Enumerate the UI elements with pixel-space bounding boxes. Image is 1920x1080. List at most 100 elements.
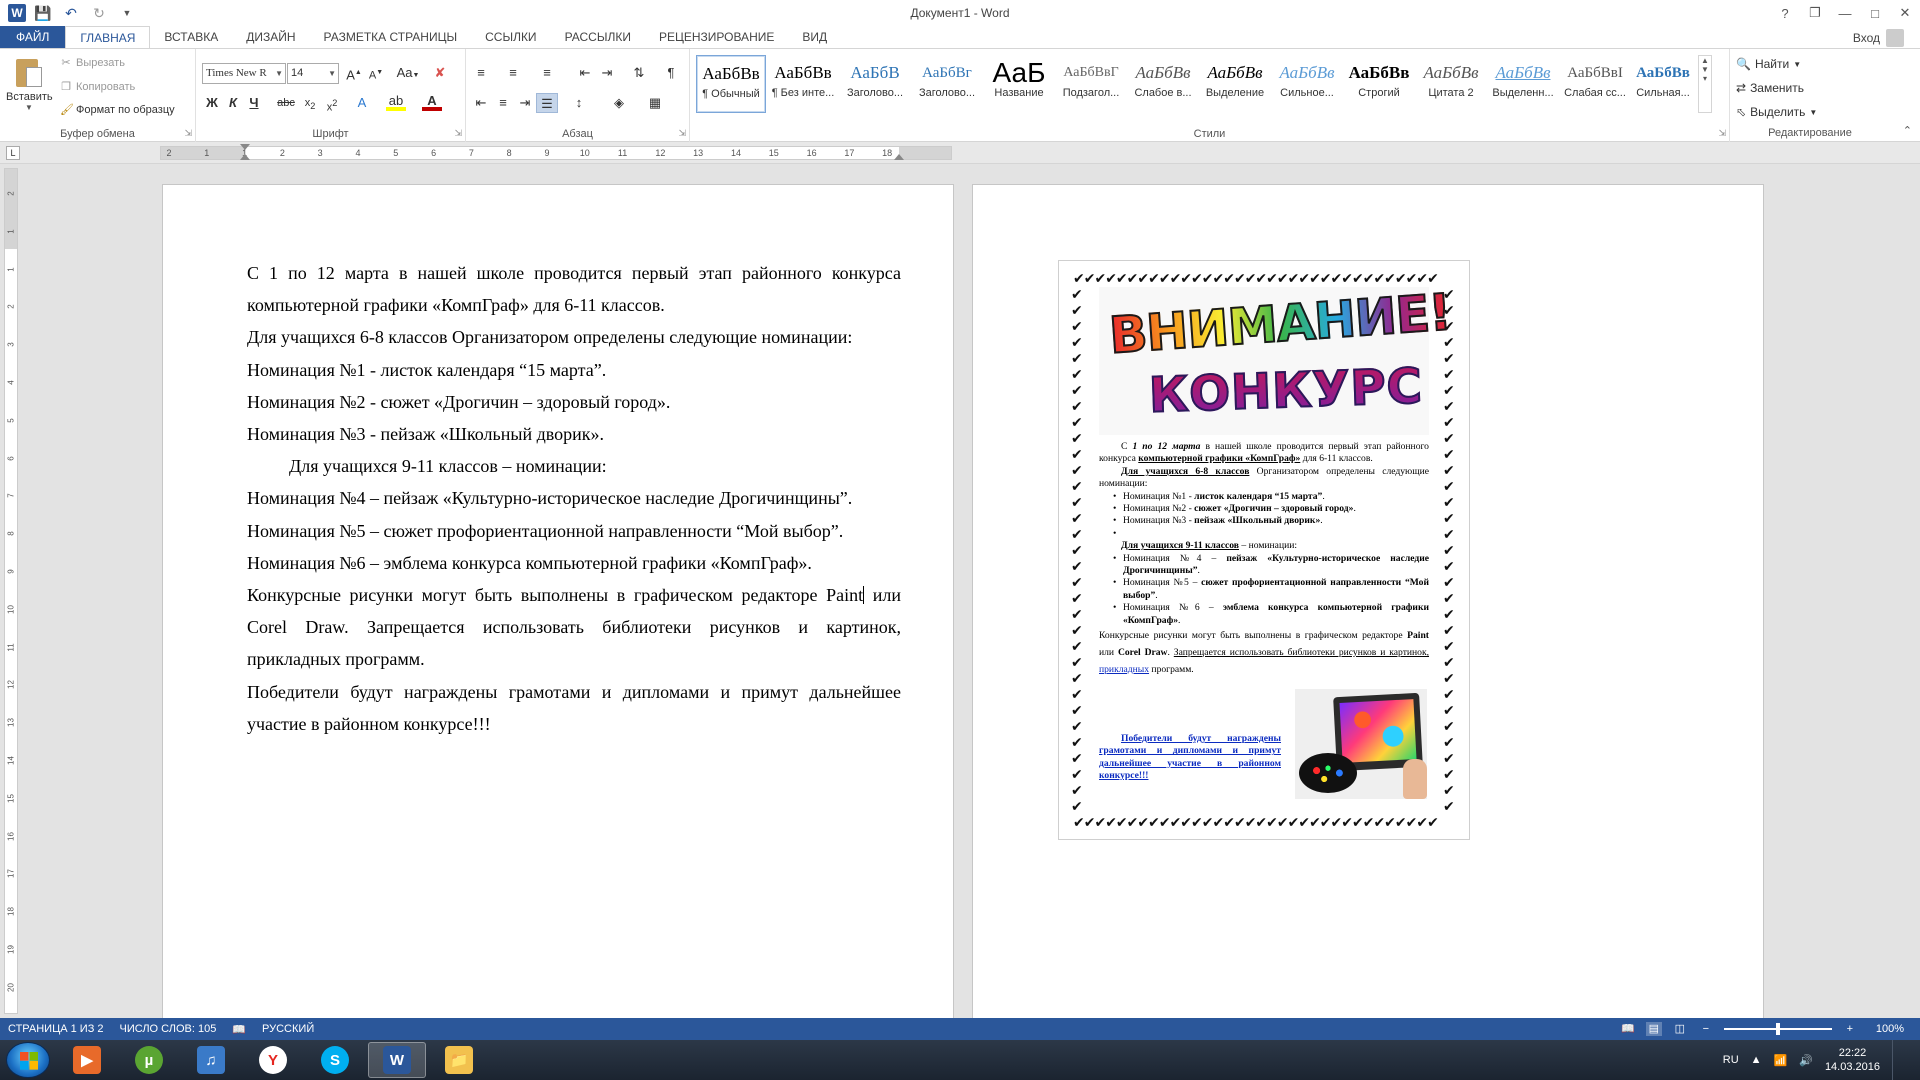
grow-font-icon[interactable]: A▲ xyxy=(344,63,364,83)
tab-view[interactable]: ВИД xyxy=(788,26,841,48)
poster-image[interactable]: ✔✔✔✔✔✔✔✔✔✔✔✔✔✔✔✔✔✔✔✔✔✔✔✔✔✔✔✔✔✔✔✔✔✔ ✔✔✔✔✔… xyxy=(1058,260,1470,840)
print-layout-icon[interactable]: ▤ xyxy=(1645,1022,1662,1036)
help-button[interactable]: ? xyxy=(1770,0,1800,26)
undo-icon[interactable]: ↶ xyxy=(60,3,82,23)
align-right-icon[interactable]: ⇥ xyxy=(514,93,536,113)
volume-icon[interactable]: 🔊 xyxy=(1799,1054,1813,1067)
style-quote2[interactable]: АаБбВв Цитата 2 xyxy=(1416,55,1486,113)
sort-icon[interactable]: ⇅ xyxy=(628,63,650,83)
style-heading2[interactable]: АаБбВг Заголово... xyxy=(912,55,982,113)
maximize-button[interactable]: □ xyxy=(1860,0,1890,26)
paragraph[interactable]: Номинация №6 – эмблема конкурса компьюте… xyxy=(247,547,901,579)
paragraph[interactable]: Номинация №4 – пейзаж «Культурно-историч… xyxy=(247,482,901,514)
paragraph[interactable]: Для учащихся 9-11 классов – номинации: xyxy=(247,450,901,482)
taskbar-audio[interactable]: ♫ xyxy=(182,1042,240,1078)
font-name-combo[interactable]: Times New R ▼ xyxy=(202,63,286,84)
minimize-button[interactable]: — xyxy=(1830,0,1860,26)
taskbar-media-player[interactable]: ▶ xyxy=(58,1042,116,1078)
clipboard-launcher-icon[interactable]: ⇲ xyxy=(184,128,192,139)
bold-icon[interactable]: Ж xyxy=(202,93,222,113)
replace-button[interactable]: ⇄ Заменить xyxy=(1736,81,1804,95)
ribbon-display-options-button[interactable]: ❐ xyxy=(1800,0,1830,26)
italic-icon[interactable]: К xyxy=(223,93,243,113)
copy-button[interactable]: ❐ Копировать xyxy=(60,81,135,93)
language-indicator[interactable]: РУССКИЙ xyxy=(254,1023,322,1035)
text-effects-icon[interactable]: A xyxy=(352,93,372,113)
align-center-icon[interactable]: ≡ xyxy=(492,93,514,113)
line-spacing-icon[interactable]: ↕ xyxy=(568,93,590,113)
style-strong[interactable]: АаБбВв Строгий xyxy=(1344,55,1414,113)
clear-formatting-icon[interactable]: ✘ xyxy=(430,63,450,83)
first-line-indent-marker[interactable] xyxy=(240,144,250,150)
find-button[interactable]: 🔍 Найти ▼ xyxy=(1736,57,1801,71)
font-launcher-icon[interactable]: ⇲ xyxy=(454,128,462,139)
zoom-in-icon[interactable]: + xyxy=(1842,1022,1858,1036)
tab-references[interactable]: ССЫЛКИ xyxy=(471,26,550,48)
tab-page-layout[interactable]: РАЗМЕТКА СТРАНИЦЫ xyxy=(310,26,472,48)
language-bar[interactable]: RU xyxy=(1723,1054,1739,1066)
customize-qat-icon[interactable]: ▼ xyxy=(116,3,138,23)
paragraph[interactable]: Номинация №1 - листок календаря “15 март… xyxy=(247,354,901,386)
tab-insert[interactable]: ВСТАВКА xyxy=(150,26,232,48)
style-heading1[interactable]: АаБбВ Заголово... xyxy=(840,55,910,113)
borders-icon[interactable]: ▦ xyxy=(644,93,666,113)
tab-review[interactable]: РЕЦЕНЗИРОВАНИЕ xyxy=(645,26,788,48)
page-count[interactable]: СТРАНИЦА 1 ИЗ 2 xyxy=(0,1023,112,1035)
style-normal[interactable]: АаБбВв ¶ Обычный xyxy=(696,55,766,113)
style-intense-emphasis[interactable]: АаБбВв Сильное... xyxy=(1272,55,1342,113)
align-left-icon[interactable]: ⇤ xyxy=(470,93,492,113)
taskbar-yandex[interactable]: Y xyxy=(244,1042,302,1078)
taskbar-word[interactable]: W xyxy=(368,1042,426,1078)
style-emphasis[interactable]: АаБбВв Выделение xyxy=(1200,55,1270,113)
style-intense-quote[interactable]: АаБбВв Выделенн... xyxy=(1488,55,1558,113)
taskbar-utorrent[interactable]: µ xyxy=(120,1042,178,1078)
style-subtitle[interactable]: АаБбВвГ Подзагол... xyxy=(1056,55,1126,113)
tray-expand-icon[interactable]: ▲ xyxy=(1751,1054,1762,1066)
subscript-icon[interactable]: x2 xyxy=(300,93,320,113)
zoom-out-icon[interactable]: − xyxy=(1698,1022,1714,1036)
save-icon[interactable]: 💾 xyxy=(32,3,54,23)
paragraph[interactable]: Номинация №5 – сюжет профориентационной … xyxy=(247,515,901,547)
word-app-icon[interactable]: W xyxy=(8,4,26,22)
cut-button[interactable]: ✂ Вырезать xyxy=(60,57,125,69)
page-1[interactable]: С 1 по 12 марта в нашей школе проводится… xyxy=(162,184,954,1018)
web-layout-icon[interactable]: ◫ xyxy=(1672,1022,1688,1036)
right-indent-marker[interactable] xyxy=(894,154,904,160)
shading-icon[interactable]: ◈ xyxy=(608,93,630,113)
underline-icon[interactable]: Ч xyxy=(244,93,264,113)
paragraph[interactable]: Победители будут награждены грамотами и … xyxy=(247,676,901,740)
tab-design[interactable]: ДИЗАЙН xyxy=(232,26,309,48)
style-no-spacing[interactable]: АаБбВв ¶ Без инте... xyxy=(768,55,838,113)
hanging-indent-marker[interactable] xyxy=(240,154,250,160)
page-2[interactable]: ✔✔✔✔✔✔✔✔✔✔✔✔✔✔✔✔✔✔✔✔✔✔✔✔✔✔✔✔✔✔✔✔✔✔ ✔✔✔✔✔… xyxy=(972,184,1764,1018)
styles-gallery-scroll[interactable]: ▲ ▼ ▾ xyxy=(1698,55,1712,113)
style-subtle-reference[interactable]: АаБбВвI Слабая сс... xyxy=(1560,55,1630,113)
paste-button[interactable]: Вставить ▼ xyxy=(6,53,53,121)
zoom-slider[interactable] xyxy=(1723,1023,1832,1035)
tray-clock[interactable]: 22:22 14.03.2016 xyxy=(1825,1046,1880,1074)
document-canvas[interactable]: 2 1 1 2 3 4 5 6 7 8 9 10 11 12 13 14 15 16 17 18 19 20 С 1 по… xyxy=(0,164,1920,1018)
style-title[interactable]: АаБ Название xyxy=(984,55,1054,113)
paragraph-launcher-icon[interactable]: ⇲ xyxy=(678,128,686,139)
show-formatting-icon[interactable]: ¶ xyxy=(660,63,682,83)
proofing-icon[interactable]: 📖 xyxy=(224,1023,254,1036)
bullets-icon[interactable]: ≡ xyxy=(470,63,492,83)
paragraph[interactable]: Номинация №3 - пейзаж «Школьный дворик». xyxy=(247,418,901,450)
tab-file[interactable]: ФАЙЛ xyxy=(0,26,66,48)
zoom-thumb[interactable] xyxy=(1775,1023,1780,1035)
paragraph[interactable]: Конкурсные рисунки могут быть выполнены … xyxy=(247,579,901,676)
style-subtle-emphasis[interactable]: АаБбВв Слабое в... xyxy=(1128,55,1198,113)
network-icon[interactable]: 📶 xyxy=(1774,1054,1788,1067)
vertical-ruler[interactable]: 2 1 1 2 3 4 5 6 7 8 9 10 11 12 13 14 15 16 17 18 19 20 xyxy=(4,168,18,1014)
page-1-body[interactable]: С 1 по 12 марта в нашей школе проводится… xyxy=(247,257,901,740)
shrink-font-icon[interactable]: A▼ xyxy=(366,63,386,83)
font-size-combo[interactable]: 14 ▼ xyxy=(287,63,339,84)
tab-home[interactable]: ГЛАВНАЯ xyxy=(65,26,151,48)
select-button[interactable]: ⬁ Выделить ▼ xyxy=(1736,105,1817,119)
superscript-icon[interactable]: x2 xyxy=(322,93,342,114)
numbering-icon[interactable]: ≡ xyxy=(502,63,524,83)
taskbar-explorer[interactable]: 📁 xyxy=(430,1042,488,1078)
zoom-level[interactable]: 100% xyxy=(1868,1023,1912,1035)
change-case-icon[interactable]: Aa▼ xyxy=(394,63,422,83)
highlight-icon[interactable]: ab xyxy=(386,93,406,111)
